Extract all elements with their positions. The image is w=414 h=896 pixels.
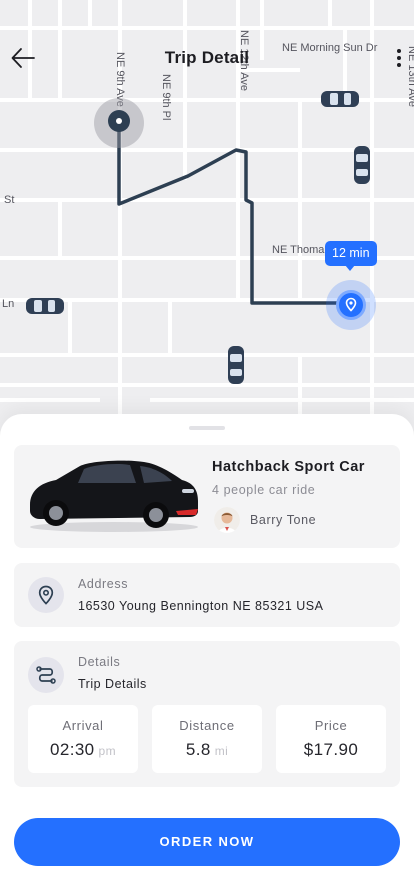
driver-name: Barry Tone <box>250 513 317 527</box>
details-icon-badge <box>28 657 64 693</box>
car-name: Hatchback Sport Car <box>212 459 365 475</box>
details-label: Details <box>78 655 121 669</box>
stat-value: 5.8 mi <box>152 740 262 760</box>
details-value: Trip Details <box>78 677 147 691</box>
more-options-button[interactable] <box>394 47 404 69</box>
car-icon <box>354 146 370 184</box>
stat-value: 02:30 pm <box>28 740 138 760</box>
price-value: $17.90 <box>303 740 359 759</box>
location-pin-icon <box>38 585 54 605</box>
page-title: Trip Detail <box>164 48 250 67</box>
arrival-time: 02:30 <box>49 740 95 759</box>
address-card[interactable]: Address 16530 Young Bennington NE 85321 … <box>14 563 400 627</box>
details-card: Details Trip Details Arrival 02:30 pm Dis… <box>14 641 400 787</box>
car-image <box>30 460 198 532</box>
stat-label: Distance <box>179 718 235 733</box>
car-card[interactable]: Hatchback Sport Car 4 people car ride Ba… <box>14 445 400 548</box>
address-label: Address <box>78 577 129 591</box>
stat-arrival: Arrival 02:30 pm <box>28 705 138 773</box>
address-value: 16530 Young Bennington NE 85321 USA <box>78 599 324 613</box>
street-label: NE 9th Pl <box>160 74 172 121</box>
order-now-button[interactable]: ORDER NOW <box>14 818 400 866</box>
stat-distance: Distance 5.8 mi <box>152 705 262 773</box>
more-vertical-icon <box>397 49 401 67</box>
street-label: Ln <box>2 298 15 310</box>
street-label: St <box>4 194 15 206</box>
location-pin-icon <box>345 297 357 312</box>
top-bar: Trip Detail <box>0 38 414 78</box>
origin-marker[interactable] <box>108 110 130 132</box>
distance-value: 5.8 <box>185 740 211 759</box>
eta-badge: 12 min <box>325 241 377 271</box>
stat-label: Price <box>314 718 348 733</box>
arrival-unit: pm <box>98 744 117 758</box>
route-icon <box>36 666 56 684</box>
sheet-drag-handle[interactable] <box>189 426 225 430</box>
stat-label: Arrival <box>62 718 104 733</box>
car-capacity: 4 people car ride <box>212 483 316 497</box>
car-icon <box>228 346 244 384</box>
destination-marker[interactable] <box>336 290 366 320</box>
avatar-icon <box>214 507 240 533</box>
stat-value: $17.90 <box>276 740 386 760</box>
driver-avatar <box>214 507 240 533</box>
address-icon-badge <box>28 577 64 613</box>
car-icon <box>321 91 359 107</box>
stat-price: Price $17.90 <box>276 705 386 773</box>
car-icon <box>26 298 64 314</box>
street-label: NE Thoma <box>272 244 325 256</box>
distance-unit: mi <box>214 744 229 758</box>
